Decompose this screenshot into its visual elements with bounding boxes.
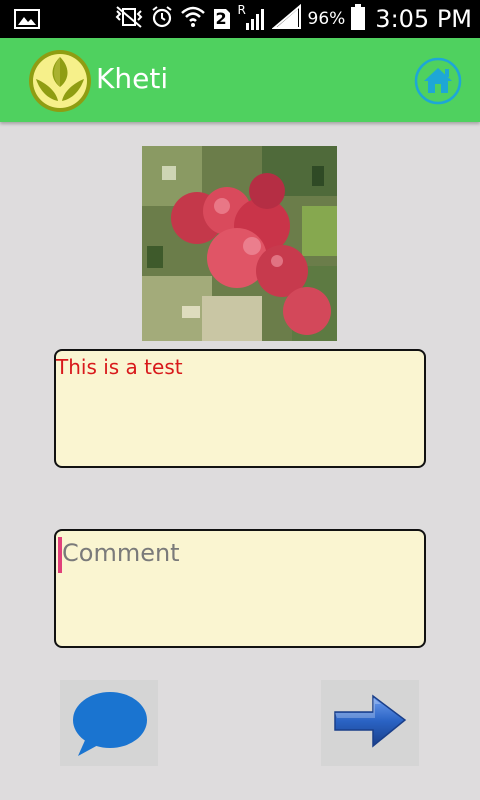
app-bar: Kheti bbox=[0, 38, 480, 122]
speech-bubble-icon bbox=[73, 692, 147, 756]
comment-input[interactable] bbox=[58, 535, 420, 640]
battery-icon bbox=[351, 4, 366, 34]
wifi-icon bbox=[180, 5, 206, 33]
roaming-signal-icon: R bbox=[238, 3, 266, 31]
leaf-logo-icon[interactable] bbox=[28, 49, 92, 113]
comment-box[interactable] bbox=[54, 529, 426, 648]
battery-percent: 96% bbox=[307, 9, 346, 29]
home-button[interactable] bbox=[414, 57, 462, 105]
post-description: This is a test bbox=[56, 355, 183, 379]
sim-slot-icon: 2 bbox=[212, 8, 232, 30]
description-box: This is a test bbox=[54, 349, 426, 468]
mute-vibrate-icon bbox=[114, 6, 144, 32]
sim-slot-number: 2 bbox=[215, 9, 227, 28]
alarm-icon bbox=[150, 5, 174, 33]
clock: 3:05 PM bbox=[375, 5, 472, 33]
home-icon bbox=[414, 57, 462, 105]
status-bar: 2 R 96% 3:05 PM bbox=[0, 0, 480, 38]
comment-chat-button[interactable] bbox=[60, 680, 158, 766]
apples-photo bbox=[142, 146, 337, 341]
app-title: Kheti bbox=[96, 62, 169, 95]
gallery-notification-icon bbox=[14, 9, 40, 33]
arrow-right-icon bbox=[334, 694, 407, 748]
next-button[interactable] bbox=[321, 680, 419, 766]
signal-strength-icon bbox=[270, 3, 302, 34]
